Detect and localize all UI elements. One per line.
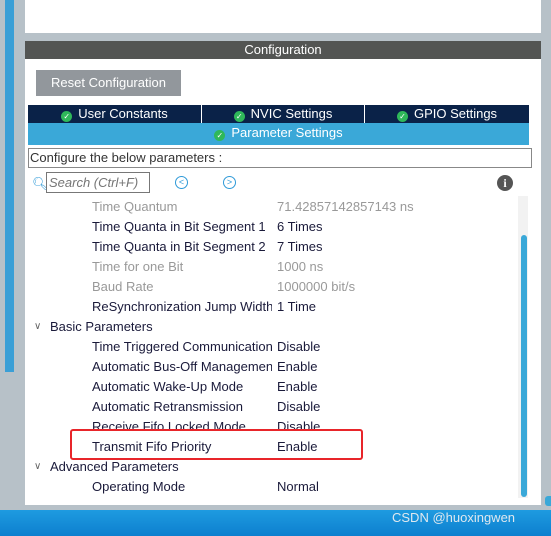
parameter-label: Automatic Wake-Up Mode: [92, 379, 244, 394]
parameter-value[interactable]: Disable: [277, 397, 320, 417]
parameter-value[interactable]: Enable: [277, 377, 317, 397]
instructions-label: Configure the below parameters :: [28, 148, 532, 168]
check-icon: ✓: [214, 130, 226, 141]
parameter-row[interactable]: Time Quanta in Bit Segment 1 6 Times: [0, 217, 520, 237]
parameter-row[interactable]: Time for one Bit 1000 ns: [0, 257, 520, 277]
parameter-value[interactable]: 1000000 bit/s: [277, 277, 355, 297]
parameter-value[interactable]: Disable: [277, 337, 320, 357]
watermark: CSDN @huoxingwen: [392, 510, 516, 525]
parameter-row[interactable]: Baud Rate 1000000 bit/s: [0, 277, 520, 297]
parameter-label: Time Quanta in Bit Segment 2: [92, 239, 266, 254]
group-advanced-parameters[interactable]: ∨ Advanced Parameters: [0, 457, 520, 477]
tab-user-constants[interactable]: ✓ User Constants: [28, 105, 201, 123]
parameter-label: Time Quantum: [92, 199, 178, 214]
parameter-value[interactable]: 6 Times: [277, 217, 323, 237]
parameter-row[interactable]: Time Quantum 71.42857142857143 ns: [0, 197, 520, 217]
parameter-row[interactable]: Automatic Retransmission Disable: [0, 397, 520, 417]
parameter-label: Automatic Retransmission: [92, 399, 243, 414]
tab-parameter-settings[interactable]: ✓ Parameter Settings: [28, 123, 529, 145]
parameter-label: Operating Mode: [92, 479, 186, 494]
parameter-row[interactable]: Automatic Wake-Up Mode Enable: [0, 377, 520, 397]
search-input[interactable]: [46, 172, 150, 193]
parameter-value[interactable]: 1 Time: [277, 297, 316, 317]
check-icon: ✓: [396, 111, 408, 122]
parameter-label: Automatic Bus-Off Management: [92, 359, 272, 374]
parameter-row[interactable]: Time Triggered Communication Mode Disable: [0, 337, 520, 357]
reset-configuration-button[interactable]: Reset Configuration: [36, 70, 181, 96]
scroll-indicator: [545, 496, 551, 506]
highlight-box: [70, 429, 363, 460]
parameter-label: Time for one Bit: [92, 259, 184, 274]
next-match-icon[interactable]: >: [223, 176, 236, 189]
scrollbar-thumb[interactable]: [521, 235, 527, 497]
parameter-label: Baud Rate: [92, 279, 154, 294]
configuration-header: Configuration: [25, 41, 541, 59]
parameter-value[interactable]: Normal: [277, 477, 319, 497]
check-icon: ✓: [61, 111, 73, 122]
group-label: Basic Parameters: [50, 319, 153, 334]
parameter-value[interactable]: Enable: [277, 357, 317, 377]
group-basic-parameters[interactable]: ∨ Basic Parameters: [0, 317, 520, 337]
parameter-row[interactable]: Automatic Bus-Off Management Enable: [0, 357, 520, 377]
parameter-value[interactable]: 71.42857142857143 ns: [277, 197, 414, 217]
group-label: Advanced Parameters: [50, 459, 179, 474]
parameter-label: Time Triggered Communication Mode: [92, 339, 272, 354]
tab-nvic-settings[interactable]: ✓ NVIC Settings: [202, 105, 364, 123]
chevron-down-icon[interactable]: ∨: [34, 317, 41, 337]
chevron-down-icon[interactable]: ∨: [34, 457, 41, 477]
parameter-value[interactable]: 1000 ns: [277, 257, 323, 277]
top-panel: [25, 0, 541, 33]
previous-match-icon[interactable]: <: [175, 176, 188, 189]
tab-gpio-settings[interactable]: ✓ GPIO Settings: [365, 105, 529, 123]
parameter-label: Time Quanta in Bit Segment 1: [92, 219, 266, 234]
parameter-row[interactable]: Operating Mode Normal: [0, 477, 520, 497]
parameter-value[interactable]: 7 Times: [277, 237, 323, 257]
check-icon: ✓: [233, 111, 245, 122]
parameter-row[interactable]: Time Quanta in Bit Segment 2 7 Times: [0, 237, 520, 257]
parameter-label: ReSynchronization Jump Width: [92, 299, 272, 314]
parameter-row[interactable]: ReSynchronization Jump Width 1 Time: [0, 297, 520, 317]
info-icon[interactable]: i: [497, 175, 513, 191]
